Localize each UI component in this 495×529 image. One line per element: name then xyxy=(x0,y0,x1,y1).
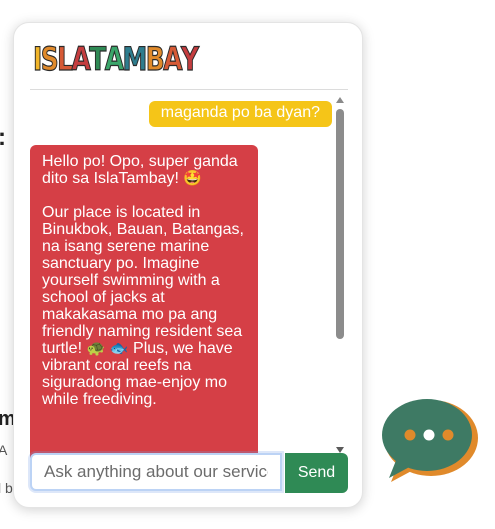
logo-letter: L xyxy=(57,40,74,78)
message-scrollbar[interactable] xyxy=(334,95,346,455)
logo-letter: A xyxy=(71,40,91,78)
message-list[interactable]: maganda po ba dyan? Hello po! Opo, super… xyxy=(30,93,348,459)
background-text-fragment: : xyxy=(0,124,6,152)
islatambay-logo: ISLATAMBAY xyxy=(33,40,200,78)
logo-letter: M xyxy=(122,40,148,78)
background-text-fragment: A xyxy=(0,442,8,458)
chat-input-row: Send xyxy=(30,453,348,493)
logo-letter: A xyxy=(163,40,183,78)
bot-message-text: Hello po! Opo, super ganda dito sa IslaT… xyxy=(42,153,238,187)
logo-letter: T xyxy=(89,40,107,78)
send-button[interactable]: Send xyxy=(285,453,348,493)
logo-letter: B xyxy=(145,40,165,78)
logo-letter: I xyxy=(33,40,43,78)
logo-letter: A xyxy=(104,40,124,78)
user-message-bubble: maganda po ba dyan? xyxy=(148,101,332,127)
star-struck-emoji-icon: 🤩 xyxy=(183,169,203,187)
chat-bubble-icon xyxy=(382,399,478,482)
chat-launcher-button[interactable] xyxy=(381,398,485,486)
chat-widget: ISLATAMBAY maganda po ba dyan? Hello po!… xyxy=(13,22,363,508)
background-text-fragment: l b xyxy=(0,480,13,496)
chat-input[interactable] xyxy=(30,453,282,491)
turtle-fish-emoji-icon: 🐢 🐟 xyxy=(86,339,129,357)
chat-header: ISLATAMBAY xyxy=(30,37,348,90)
bot-message-text: Our place is located in Binukbok, Bauan,… xyxy=(42,204,244,357)
scroll-thumb[interactable] xyxy=(336,109,344,339)
bot-message-bubble: Hello po! Opo, super ganda dito sa IslaT… xyxy=(30,145,258,459)
scroll-up-arrow-icon[interactable] xyxy=(336,97,344,103)
logo-letter: Y xyxy=(180,40,199,78)
logo-letter: S xyxy=(40,40,59,78)
